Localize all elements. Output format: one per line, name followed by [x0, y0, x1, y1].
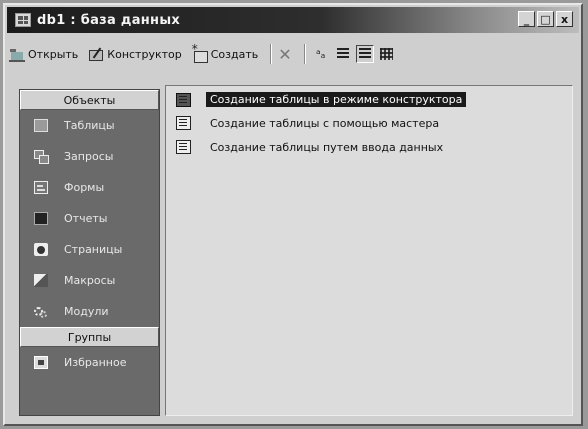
- wizard-shortcut-icon: [176, 140, 191, 154]
- new-label: Создать: [210, 47, 259, 61]
- list-item-label: Создание таблицы в режиме конструктора: [206, 92, 467, 107]
- large-icons-button[interactable]: ᵃₐ: [312, 45, 330, 63]
- title-bar[interactable]: db1 : база данных _ □ x: [7, 7, 579, 33]
- table-icon: [34, 119, 48, 132]
- list-item-create-with-wizard[interactable]: Создание таблицы с помощью мастера: [176, 116, 439, 130]
- list-item-label: Создание таблицы путем ввода данных: [210, 140, 444, 154]
- favorites-icon: [34, 356, 48, 369]
- objects-bar: Объекты Таблицы Запросы Формы Отчеты Стр…: [19, 89, 160, 416]
- database-icon: [15, 13, 31, 27]
- sidebar-item-tables[interactable]: Таблицы: [20, 110, 159, 141]
- minimize-button[interactable]: _: [518, 11, 535, 27]
- list-icon: [358, 48, 371, 60]
- details-view-button[interactable]: [378, 45, 396, 63]
- page-icon: [34, 243, 48, 256]
- toolbar: Открыть Конструктор Создать ✕ ᵃₐ: [9, 39, 577, 69]
- sidebar-item-pages[interactable]: Страницы: [20, 234, 159, 265]
- report-icon: [34, 212, 48, 225]
- sidebar-item-label: Макросы: [64, 274, 116, 287]
- sidebar-item-reports[interactable]: Отчеты: [20, 203, 159, 234]
- design-button[interactable]: Конструктор: [88, 46, 182, 62]
- maximize-button[interactable]: □: [537, 11, 554, 27]
- view-buttons: ᵃₐ: [312, 45, 396, 63]
- database-window: db1 : база данных _ □ x Открыть Конструк…: [3, 3, 583, 426]
- design-icon: [88, 46, 104, 62]
- list-item-create-in-design-view[interactable]: Создание таблицы в режиме конструктора: [176, 92, 467, 107]
- sidebar-item-label: Таблицы: [64, 119, 115, 132]
- window-controls: _ □ x: [518, 11, 573, 27]
- open-label: Открыть: [28, 47, 79, 61]
- list-view-button[interactable]: [355, 45, 374, 63]
- module-icon: [34, 305, 48, 318]
- open-button[interactable]: Открыть: [9, 46, 78, 62]
- sidebar-item-label: Запросы: [64, 150, 114, 163]
- list-item-label: Создание таблицы с помощью мастера: [210, 116, 440, 130]
- macro-icon: [34, 274, 48, 287]
- sidebar-item-label: Избранное: [64, 356, 127, 369]
- design-label: Конструктор: [107, 47, 182, 61]
- sidebar-item-macros[interactable]: Макросы: [20, 265, 159, 296]
- sidebar-item-label: Страницы: [64, 243, 123, 256]
- new-icon: [192, 42, 208, 63]
- sidebar-item-label: Отчеты: [64, 212, 108, 225]
- delete-button[interactable]: ✕: [278, 45, 291, 64]
- sidebar-item-favorites[interactable]: Избранное: [20, 347, 159, 378]
- query-icon: [34, 150, 49, 164]
- sidebar-item-label: Формы: [64, 181, 105, 194]
- window-title: db1 : база данных: [37, 12, 181, 28]
- objects-header[interactable]: Объекты: [20, 90, 159, 110]
- details-icon: [380, 48, 394, 60]
- wizard-shortcut-icon: [176, 92, 191, 107]
- sidebar-item-queries[interactable]: Запросы: [20, 141, 159, 172]
- new-button[interactable]: Создать: [192, 42, 259, 63]
- close-button[interactable]: x: [556, 11, 573, 27]
- toolbar-separator: [303, 44, 306, 64]
- small-icons-button[interactable]: [334, 45, 352, 63]
- sidebar-item-modules[interactable]: Модули: [20, 296, 159, 327]
- toolbar-separator: [270, 44, 273, 64]
- form-icon: [34, 181, 48, 194]
- sidebar-item-forms[interactable]: Формы: [20, 172, 159, 203]
- groups-header[interactable]: Группы: [20, 327, 159, 347]
- wizard-shortcut-icon: [176, 116, 191, 130]
- list-item-create-by-entering-data[interactable]: Создание таблицы путем ввода данных: [176, 140, 443, 154]
- open-icon: [9, 46, 25, 62]
- sidebar-item-label: Модули: [64, 305, 109, 318]
- object-list: Создание таблицы в режиме конструктора С…: [165, 85, 573, 416]
- small-icons-icon: [336, 48, 349, 60]
